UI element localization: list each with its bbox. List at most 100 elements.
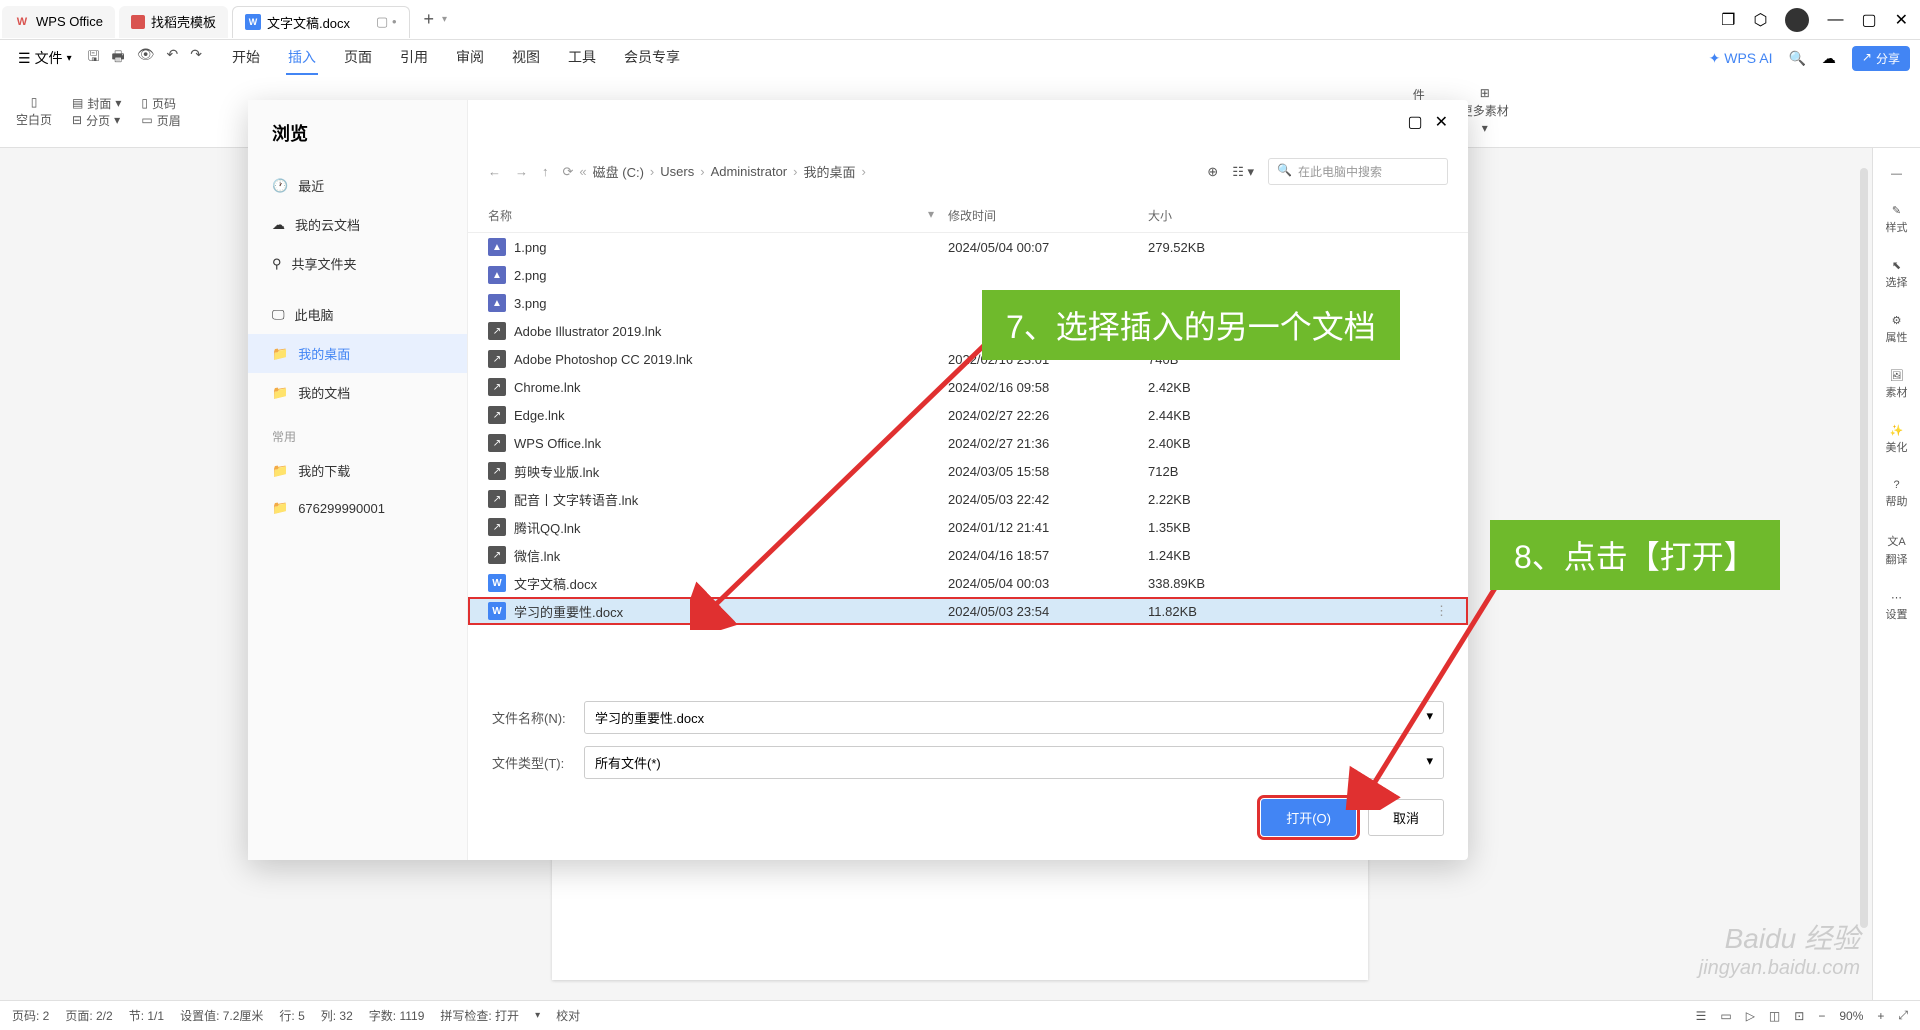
avatar[interactable] [1785,8,1809,32]
tab-reference[interactable]: 引用 [398,41,430,75]
file-row[interactable]: ↗WPS Office.lnk2024/02/27 21:362.40KB [468,429,1468,457]
tab-dropdown-icon[interactable]: ▾ [442,14,447,25]
preview-icon[interactable]: 👁 [137,46,155,70]
search-icon[interactable]: 🔍 [1788,50,1805,67]
filetype-select[interactable]: 所有文件(*)▾ [584,746,1444,779]
view-mode-icon[interactable]: ☷ ▾ [1232,164,1254,180]
bc-item[interactable]: 我的桌面 [803,162,855,181]
save-icon[interactable]: 🖫 [88,46,100,70]
undo-icon[interactable]: ↶ [167,46,179,70]
status-pageno[interactable]: 页码: 2 [12,1007,49,1024]
sort-icon[interactable]: ▾ [928,207,948,224]
rs-beautify[interactable]: ✨美化 [1886,424,1908,455]
file-row[interactable]: W文字文稿.docx2024/05/04 00:03338.89KB [468,569,1468,597]
scrollbar[interactable] [1860,168,1868,928]
file-row[interactable]: ↗Chrome.lnk2024/02/16 09:582.42KB [468,373,1468,401]
view-read-icon[interactable]: ▭ [1720,1009,1731,1023]
view-print-icon[interactable]: ☰ [1696,1009,1707,1023]
view-outline-icon[interactable]: ◫ [1769,1009,1780,1023]
forward-icon[interactable]: → [515,164,528,180]
rs-props[interactable]: ⚙属性 [1886,314,1908,345]
rs-styles[interactable]: ✎样式 [1886,204,1908,235]
back-icon[interactable]: ← [488,164,501,180]
view-full-icon[interactable]: ⊡ [1794,1009,1804,1023]
status-spell[interactable]: 拼写检查: 打开 [440,1007,519,1024]
zoom-level[interactable]: 90% [1839,1009,1863,1023]
bc-item[interactable]: 磁盘 (C:) [593,162,644,181]
file-row[interactable]: ↗Edge.lnk2024/02/27 22:262.44KB [468,401,1468,429]
tab-start[interactable]: 开始 [230,41,262,75]
maximize-icon[interactable]: ▢ [1861,10,1876,30]
tab-review[interactable]: 审阅 [454,41,486,75]
status-page[interactable]: 页面: 2/2 [65,1007,112,1024]
ribbon-blank-page[interactable]: ▯ 空白页 [16,95,52,128]
status-row[interactable]: 行: 5 [279,1007,304,1024]
file-row[interactable]: ▲1.png2024/05/04 00:07279.52KB [468,233,1468,261]
expand-icon[interactable]: ⤢ [1898,1008,1908,1023]
nav-downloads[interactable]: 📁我的下载 [248,451,467,490]
menu-file[interactable]: ☰ 文件 ▾ [10,44,80,72]
zoom-out-icon[interactable]: − [1818,1009,1825,1023]
zoom-in-icon[interactable]: + [1877,1009,1884,1023]
new-folder-icon[interactable]: ⊕ [1207,164,1218,180]
tab-page[interactable]: 页面 [342,41,374,75]
nav-desktop[interactable]: 📁我的桌面 [248,334,467,373]
dialog-maximize-icon[interactable]: ▢ [1407,112,1422,132]
rs-assets[interactable]: 🖼素材 [1886,369,1908,400]
collapse-icon[interactable]: — [1891,168,1902,180]
tab-member[interactable]: 会员专享 [622,41,682,75]
rs-translate[interactable]: 文A翻译 [1886,533,1908,567]
rs-settings[interactable]: ⋯设置 [1886,591,1908,622]
new-tab-button[interactable]: + [424,9,435,30]
status-col[interactable]: 列: 32 [321,1007,353,1024]
file-row[interactable]: ▲2.png [468,261,1468,289]
open-button[interactable]: 打开(O) [1261,799,1356,836]
file-row[interactable]: ↗腾讯QQ.lnk2024/01/12 21:411.35KB [468,513,1468,541]
rs-select[interactable]: ⬉选择 [1886,259,1908,290]
bc-item[interactable]: Administrator [711,164,788,179]
file-row[interactable]: ↗配音丨文字转语音.lnk2024/05/03 22:422.22KB [468,485,1468,513]
status-pos[interactable]: 设置值: 7.2厘米 [180,1007,263,1024]
rs-help[interactable]: ?帮助 [1886,479,1908,509]
wps-ai-button[interactable]: ✦ WPS AI [1709,50,1773,67]
more-icon[interactable]: ⋮ [1435,603,1448,619]
nav-pc[interactable]: 🖵此电脑 [248,295,467,334]
cancel-button[interactable]: 取消 [1368,799,1444,836]
file-row[interactable]: ↗微信.lnk2024/04/16 18:571.24KB [468,541,1468,569]
tab-tools[interactable]: 工具 [566,41,598,75]
cube-icon[interactable]: ⬡ [1754,10,1768,30]
nav-docs[interactable]: 📁我的文档 [248,373,467,412]
ribbon-pageno[interactable]: ▯ 页码 [141,95,180,112]
col-size[interactable]: 大小 [1148,207,1268,224]
col-name[interactable]: 名称 [488,207,928,224]
nav-folder-id[interactable]: 📁676299990001 [248,490,467,526]
minimize-icon[interactable]: — [1827,11,1843,29]
status-proof[interactable]: 校对 [556,1007,580,1024]
redo-icon[interactable]: ↷ [190,46,202,70]
status-words[interactable]: 字数: 1119 [369,1007,425,1024]
ribbon-header[interactable]: ▭ 页眉 [141,112,180,129]
window-copy-icon[interactable]: ❐ [1721,10,1735,30]
tab-wps[interactable]: W WPS Office [2,6,115,38]
view-web-icon[interactable]: ▷ [1746,1009,1755,1023]
refresh-icon[interactable]: ⟳ [563,164,574,180]
dialog-close-icon[interactable]: ✕ [1435,112,1448,132]
ribbon-cover[interactable]: ▤ 封面 ▾ [72,95,121,112]
tab-insert[interactable]: 插入 [286,41,318,75]
ribbon-split[interactable]: ⊟ 分页 ▾ [72,112,121,129]
nav-recent[interactable]: 🕐最近 [248,166,467,205]
cloud-icon[interactable]: ☁ [1822,50,1836,67]
search-input[interactable]: 🔍在此电脑中搜索 [1268,158,1448,185]
status-section[interactable]: 节: 1/1 [129,1007,164,1024]
file-row[interactable]: W学习的重要性.docx2024/05/03 23:5411.82KB⋮ [468,597,1468,625]
tab-view[interactable]: 视图 [510,41,542,75]
tab-document[interactable]: W 文字文稿.docx ▢ • [232,6,410,38]
tab-templates[interactable]: 找稻壳模板 [119,6,228,38]
tab-menu-icon[interactable]: ▢ • [376,14,396,30]
up-icon[interactable]: ↑ [542,164,549,180]
file-row[interactable]: ↗剪映专业版.lnk2024/03/05 15:58712B [468,457,1468,485]
close-icon[interactable]: ✕ [1895,10,1908,30]
bc-item[interactable]: Users [660,164,694,179]
nav-cloud[interactable]: ☁我的云文档 [248,205,467,244]
nav-shared[interactable]: ⚲共享文件夹 [248,244,467,283]
